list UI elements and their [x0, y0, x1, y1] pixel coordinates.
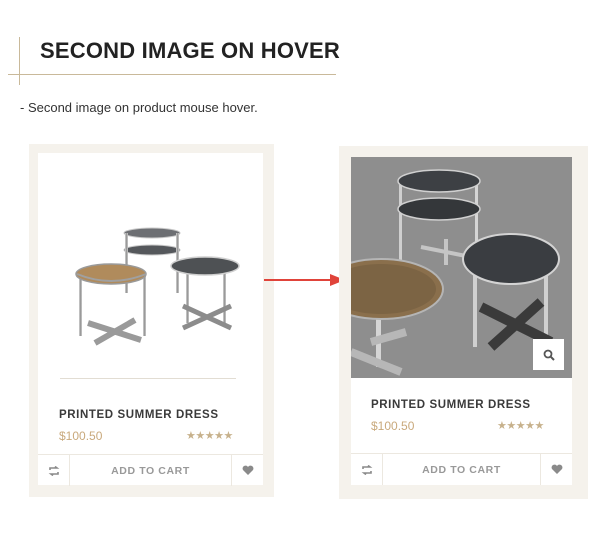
compare-button[interactable] [38, 455, 69, 486]
quick-view-button[interactable] [533, 339, 564, 370]
product-name[interactable]: PRINTED SUMMER DRESS [59, 409, 219, 421]
product-card[interactable]: PRINTED SUMMER DRESS $100.50 ★★★★★ ADD T… [38, 153, 263, 486]
header-decor-horizontal-line [8, 74, 336, 75]
card-actions-bar: ADD TO CART [351, 453, 572, 485]
rating-stars: ★★★★★ [186, 430, 233, 442]
compare-button[interactable] [351, 454, 382, 485]
rating-stars: ★★★★★ [497, 420, 544, 432]
product-card-default-wrapper: PRINTED SUMMER DRESS $100.50 ★★★★★ ADD T… [29, 144, 274, 497]
product-price: $100.50 [371, 419, 415, 433]
add-to-cart-button[interactable]: ADD TO CART [69, 455, 232, 486]
product-card[interactable]: PRINTED SUMMER DRESS $100.50 ★★★★★ ADD T… [351, 157, 572, 485]
section-description: - Second image on product mouse hover. [20, 100, 258, 115]
product-image[interactable] [43, 158, 258, 373]
product-image-hover[interactable] [351, 157, 572, 378]
card-actions-bar: ADD TO CART [38, 454, 263, 486]
section-title: SECOND IMAGE ON HOVER [40, 38, 341, 63]
arrow-icon [264, 274, 345, 286]
heart-icon [242, 465, 253, 475]
product-price: $100.50 [59, 429, 103, 443]
header-decor-vertical-line [19, 37, 20, 85]
heart-icon [551, 464, 562, 474]
side-tables-image [75, 227, 240, 346]
search-icon [543, 349, 555, 361]
card-divider [60, 378, 236, 379]
wishlist-button[interactable] [541, 454, 572, 485]
product-card-hover-wrapper: PRINTED SUMMER DRESS $100.50 ★★★★★ ADD T… [339, 146, 588, 499]
compare-icon [48, 465, 59, 476]
add-to-cart-button[interactable]: ADD TO CART [382, 454, 541, 485]
compare-icon [361, 464, 372, 475]
wishlist-button[interactable] [232, 455, 263, 486]
product-name[interactable]: PRINTED SUMMER DRESS [371, 399, 531, 411]
